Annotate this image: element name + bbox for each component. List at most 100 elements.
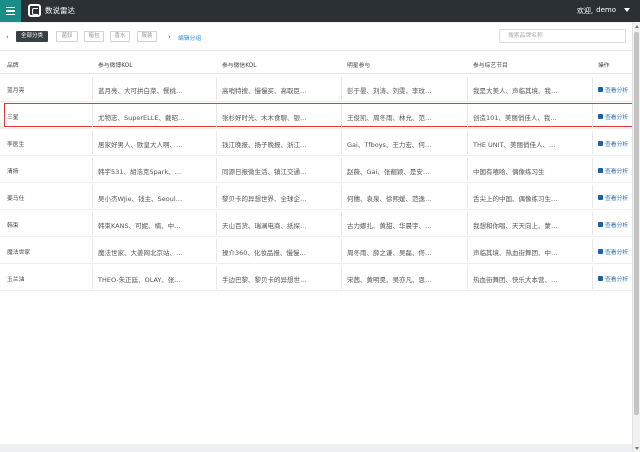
cell-weibo-kol: THEO-朱正廷、OLAY、张… — [98, 276, 181, 284]
column-divider — [92, 266, 93, 289]
cell-variety-show: 中国有嘻哈、偶像练习生 — [473, 168, 545, 176]
view-analysis-button[interactable]: 查看分析 — [598, 112, 628, 121]
table-row[interactable]: 清扬 韩宇531、胡浩克Spark、… 同源日报微生活、镇江交通… 赵薇、Gai、张靓… — [0, 156, 632, 183]
column-divider — [592, 131, 593, 154]
cell-variety-show: THE UNIT、美丽俏佳人、… — [473, 141, 556, 149]
scroll-thumb[interactable] — [634, 32, 639, 415]
column-divider — [92, 158, 93, 181]
chip-all-categories[interactable]: 全部分类 — [16, 31, 48, 42]
table-row[interactable]: 玉兰油 THEO-朱正廷、OLAY、张… 手边巴黎、黎贝卡的异想世… 宋茜、黄明昊、吴… — [0, 264, 632, 291]
cell-wechat-kol: 钱江晚报、扬子晚报、浙江… — [222, 141, 307, 149]
column-divider — [216, 266, 217, 289]
table-row[interactable]: 李医生 居家好男人、欧皇大人啊、… 钱江晚报、扬子晚报、浙江… Gai、Tfboys、… — [0, 129, 632, 156]
cell-star: 古力娜扎、黄甜、华晨宇、… — [347, 222, 432, 230]
scroll-down-icon[interactable] — [635, 447, 639, 450]
cell-wechat-kol: 天山百货、瑞澜电商、纸探… — [222, 222, 307, 230]
cell-weibo-kol: 韩宇531、胡浩克Spark、… — [98, 168, 182, 176]
chevron-right-icon[interactable]: › — [168, 33, 171, 41]
user-name: demo — [596, 6, 616, 14]
column-divider — [216, 239, 217, 262]
brand-search-input[interactable] — [499, 29, 626, 43]
cell-variety-show: 创造101、美丽俏佳人、我… — [473, 114, 557, 122]
app-brand[interactable]: 数说雷达 — [28, 4, 75, 17]
column-divider — [92, 131, 93, 154]
column-divider — [92, 77, 93, 100]
column-divider — [92, 212, 93, 235]
main-panel: ‹ 全部分类 菌奴 箱包 香水 服装 › 编辑分组 品牌 参与微博KOL 参与微… — [0, 23, 635, 444]
column-divider — [341, 212, 342, 235]
app-name: 数说雷达 — [45, 6, 75, 15]
cell-brand: 姜马仕 — [7, 196, 25, 202]
column-divider — [592, 266, 593, 289]
top-bar: 数说雷达 欢迎, demo — [0, 0, 640, 22]
edit-group-link[interactable]: 编辑分组 — [178, 33, 201, 42]
column-divider — [467, 158, 468, 181]
analysis-icon — [598, 195, 603, 200]
view-analysis-label: 查看分析 — [605, 115, 629, 121]
view-analysis-button[interactable]: 查看分析 — [598, 274, 628, 283]
analysis-icon — [598, 249, 603, 254]
column-divider — [341, 239, 342, 262]
column-divider — [467, 185, 468, 208]
cell-star: Gai、Tfboys、王力宏、何… — [347, 141, 432, 149]
cell-wechat-kol: 手边巴黎、黎贝卡的异想世… — [222, 276, 307, 284]
column-divider — [467, 239, 468, 262]
view-analysis-button[interactable]: 查看分析 — [598, 85, 628, 94]
column-divider — [592, 158, 593, 181]
header-action: 操作 — [598, 63, 610, 69]
view-analysis-button[interactable]: 查看分析 — [598, 139, 628, 148]
analysis-icon — [598, 168, 603, 173]
column-divider — [216, 185, 217, 208]
cell-brand: 李医生 — [7, 142, 25, 148]
table-row[interactable]: 三星 尤物志、SuperELLE、戴昭… 张杉好时光、木木食聊、银… 王俊凯、周冬雨、… — [0, 102, 635, 129]
column-divider — [341, 131, 342, 154]
scroll-up-icon[interactable] — [635, 25, 639, 28]
cell-variety-show: 热血街舞团、快乐大本营、… — [473, 276, 558, 284]
chevron-down-icon[interactable] — [624, 8, 630, 12]
chevron-left-icon[interactable]: ‹ — [6, 33, 9, 41]
cell-wechat-kol: 黎贝卡的异想世界、全球企… — [222, 195, 307, 203]
table-row[interactable]: 韩束 韩束KANS、可妮、楠、中… 天山百货、瑞澜电商、纸探… 古力娜扎、黄甜、华晨宇… — [0, 210, 632, 237]
view-analysis-button[interactable]: 查看分析 — [598, 193, 628, 202]
cell-weibo-kol: 居家好男人、欧皇大人啊、… — [98, 141, 183, 149]
column-divider — [341, 266, 342, 289]
view-analysis-button[interactable]: 查看分析 — [598, 247, 628, 256]
cell-weibo-kol: 魔法世家、大姜网北京站、… — [98, 249, 183, 257]
hamburger-menu-icon[interactable] — [0, 0, 21, 22]
vertical-scrollbar[interactable] — [632, 23, 640, 452]
cell-weibo-kol: 韩束KANS、可妮、楠、中… — [98, 222, 181, 230]
cell-brand: 玉兰油 — [7, 277, 25, 283]
table-row[interactable]: 姜马仕 吴小杰WJie、钱主、Seoul… 黎贝卡的异想世界、全球企… 何穗、袁泉、徐… — [0, 183, 632, 210]
user-menu[interactable]: 欢迎, demo — [577, 6, 616, 16]
cell-brand: 蓝月亮 — [7, 88, 25, 94]
view-analysis-button[interactable]: 查看分析 — [598, 220, 628, 229]
column-divider — [92, 104, 93, 127]
cell-wechat-kol: 同源日报微生活、镇江交通… — [222, 168, 307, 176]
view-analysis-button[interactable]: 查看分析 — [598, 166, 628, 175]
cell-brand: 三星 — [7, 115, 19, 121]
column-divider — [467, 77, 468, 100]
column-divider — [216, 212, 217, 235]
header-star: 明星参与 — [347, 63, 371, 69]
table-row[interactable]: 蓝月亮 蓝月亮、大可拱白菜、餐桃… 高哨特搜、慢慢买、高取臣… 彭于晏、刘涛、刘雯、李… — [0, 75, 632, 102]
chip-category[interactable]: 箱包 — [84, 31, 104, 42]
view-analysis-label: 查看分析 — [605, 88, 629, 94]
analysis-icon — [598, 114, 603, 119]
header-wechat-kol: 参与微信KOL — [222, 63, 257, 69]
chip-category[interactable]: 服装 — [137, 31, 157, 42]
cell-wechat-kol: 张杉好时光、木木食聊、银… — [222, 114, 307, 122]
table-row[interactable]: 魔法世家 魔法世家、大姜网北京站、… 操介360、化妆品报、慢慢… 周冬雨、薛之谦、吴… — [0, 237, 632, 264]
column-divider — [216, 104, 217, 127]
cell-variety-show: 声临其境、热血街舞团、中… — [473, 249, 558, 257]
column-divider — [592, 212, 593, 235]
analysis-icon — [598, 276, 603, 281]
column-divider — [592, 239, 593, 262]
column-divider — [341, 77, 342, 100]
analysis-icon — [598, 141, 603, 146]
chip-category[interactable]: 香水 — [110, 31, 130, 42]
column-divider — [216, 158, 217, 181]
chip-category[interactable]: 菌奴 — [56, 31, 78, 42]
column-divider — [216, 131, 217, 154]
view-analysis-label: 查看分析 — [605, 196, 629, 202]
cell-weibo-kol: 蓝月亮、大可拱白菜、餐桃… — [98, 87, 183, 95]
